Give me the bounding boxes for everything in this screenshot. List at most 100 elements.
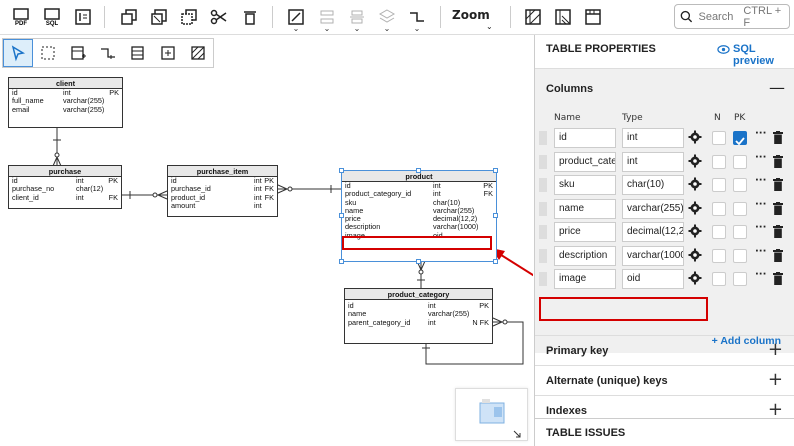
column-type-input[interactable]: varchar(255) bbox=[622, 198, 684, 219]
column-name-input[interactable]: description bbox=[554, 245, 616, 266]
gear-icon[interactable] bbox=[688, 130, 702, 144]
delete-icon[interactable] bbox=[237, 4, 263, 30]
trash-icon[interactable] bbox=[773, 154, 783, 168]
copy-icon[interactable] bbox=[116, 4, 142, 30]
pk-checkbox[interactable] bbox=[733, 154, 747, 169]
alternate-keys-section[interactable]: Alternate (unique) keys + bbox=[535, 365, 794, 395]
table-client[interactable]: client id int PK full_name varchar(255) ema… bbox=[8, 77, 123, 128]
pdf-export-icon[interactable]: PDF bbox=[8, 4, 34, 30]
column-name-input[interactable]: sku bbox=[554, 175, 616, 195]
distribute-icon[interactable]: ⌄ bbox=[344, 4, 370, 33]
trash-icon[interactable] bbox=[773, 201, 783, 215]
more-options-icon[interactable]: ··· bbox=[755, 246, 766, 257]
diagram-canvas[interactable]: client id int PK full_name varchar(255) ema… bbox=[0, 35, 533, 446]
gear-icon[interactable] bbox=[688, 224, 702, 238]
paste-icon[interactable] bbox=[146, 4, 172, 30]
nullable-checkbox[interactable] bbox=[712, 154, 726, 169]
drag-handle[interactable] bbox=[539, 201, 547, 216]
more-options-icon[interactable]: ··· bbox=[755, 128, 766, 139]
pk-checkbox[interactable] bbox=[733, 225, 747, 239]
column-name-input[interactable]: image bbox=[554, 269, 616, 289]
gear-icon[interactable] bbox=[688, 177, 702, 191]
more-options-icon[interactable]: ··· bbox=[755, 175, 766, 186]
trash-icon[interactable] bbox=[773, 178, 783, 191]
more-options-icon[interactable]: ··· bbox=[755, 222, 766, 233]
column-name-input[interactable]: price bbox=[554, 222, 616, 242]
resize-handle[interactable] bbox=[493, 259, 498, 264]
collapse-icon[interactable]: — bbox=[769, 78, 785, 97]
report-icon[interactable] bbox=[70, 4, 96, 30]
layers-icon[interactable]: ⌄ bbox=[374, 4, 400, 33]
resize-handle[interactable] bbox=[339, 259, 344, 264]
column-name-input[interactable]: name bbox=[554, 198, 616, 219]
primary-key-section[interactable]: Primary key + bbox=[535, 335, 794, 365]
pk-checkbox[interactable] bbox=[733, 178, 747, 192]
more-options-icon[interactable]: ··· bbox=[755, 269, 766, 280]
trash-icon[interactable] bbox=[773, 248, 783, 262]
more-options-icon[interactable]: ··· bbox=[755, 152, 766, 163]
header-type: Type bbox=[622, 113, 643, 123]
eye-icon[interactable] bbox=[717, 43, 730, 56]
pattern-icon[interactable] bbox=[550, 4, 576, 30]
pk-checkbox[interactable] bbox=[733, 201, 747, 216]
resize-handle[interactable] bbox=[416, 168, 421, 173]
column-type-input[interactable]: oid bbox=[622, 269, 684, 289]
trash-icon[interactable] bbox=[773, 272, 783, 285]
minimap[interactable] bbox=[455, 388, 528, 441]
align-icon[interactable]: ⌄ bbox=[314, 4, 340, 33]
resize-handle[interactable] bbox=[493, 213, 498, 218]
drag-handle[interactable] bbox=[539, 272, 547, 286]
sql-export-icon[interactable]: SQL bbox=[39, 4, 65, 30]
nullable-checkbox[interactable] bbox=[712, 248, 726, 263]
table-product-category[interactable]: product_category id int PK name varchar(255… bbox=[344, 288, 493, 344]
column-type-input[interactable]: varchar(1000) bbox=[622, 245, 684, 266]
table-issues-section[interactable]: TABLE ISSUES bbox=[535, 418, 794, 446]
nullable-checkbox[interactable] bbox=[712, 131, 726, 145]
gear-icon[interactable] bbox=[688, 154, 702, 168]
column-name-input[interactable]: product_category_id bbox=[554, 151, 616, 172]
nullable-checkbox[interactable] bbox=[712, 178, 726, 192]
zoom-dropdown[interactable]: Zoom bbox=[452, 8, 490, 22]
table-purchase-item[interactable]: purchase_item id int PK purchase_id int FK p… bbox=[167, 165, 278, 217]
duplicate-icon[interactable] bbox=[176, 4, 202, 30]
nullable-checkbox[interactable] bbox=[712, 272, 726, 286]
column-type-input[interactable]: int bbox=[622, 128, 684, 148]
pk-checkbox[interactable] bbox=[733, 272, 747, 286]
more-options-icon[interactable]: ··· bbox=[755, 199, 766, 210]
resize-handle[interactable] bbox=[493, 168, 498, 173]
columns-section: Columns — Name Type N PK id int ··· product… bbox=[535, 68, 794, 353]
gear-icon[interactable] bbox=[688, 248, 702, 262]
drag-handle[interactable] bbox=[539, 178, 547, 192]
column-row: price decimal(12,2) ··· bbox=[535, 222, 794, 242]
drag-handle[interactable] bbox=[539, 225, 547, 239]
hatch-icon[interactable] bbox=[520, 4, 546, 30]
resize-handle[interactable] bbox=[416, 259, 421, 264]
trash-icon[interactable] bbox=[773, 225, 783, 238]
table-icon[interactable] bbox=[580, 4, 606, 30]
column-type-input[interactable]: decimal(12,2) bbox=[622, 222, 684, 242]
cut-icon[interactable] bbox=[206, 4, 232, 30]
column-name-input[interactable]: id bbox=[554, 128, 616, 148]
search-icon bbox=[680, 10, 693, 23]
sql-preview-link[interactable]: SQL preview bbox=[733, 43, 794, 67]
fit-icon[interactable]: ⌄ bbox=[283, 4, 309, 33]
nullable-checkbox[interactable] bbox=[712, 225, 726, 239]
table-purchase[interactable]: purchase id int PK purchase_no char(12) cli… bbox=[8, 165, 122, 209]
trash-icon[interactable] bbox=[773, 131, 783, 144]
line-style-icon[interactable]: ⌄ bbox=[404, 4, 430, 33]
table-row: amount int bbox=[171, 200, 262, 210]
column-type-input[interactable]: int bbox=[622, 151, 684, 172]
search-input[interactable]: Search CTRL + F bbox=[674, 4, 790, 29]
drag-handle[interactable] bbox=[539, 154, 547, 169]
chevron-down-icon[interactable]: ⌄ bbox=[486, 22, 493, 31]
column-type-input[interactable]: char(10) bbox=[622, 175, 684, 195]
nullable-checkbox[interactable] bbox=[712, 201, 726, 216]
gear-icon[interactable] bbox=[688, 271, 702, 285]
resize-handle[interactable] bbox=[339, 168, 344, 173]
resize-handle[interactable] bbox=[339, 213, 344, 218]
drag-handle[interactable] bbox=[539, 131, 547, 145]
pk-checkbox[interactable] bbox=[733, 131, 747, 146]
drag-handle[interactable] bbox=[539, 248, 547, 263]
gear-icon[interactable] bbox=[688, 201, 702, 215]
pk-checkbox[interactable] bbox=[733, 248, 747, 263]
